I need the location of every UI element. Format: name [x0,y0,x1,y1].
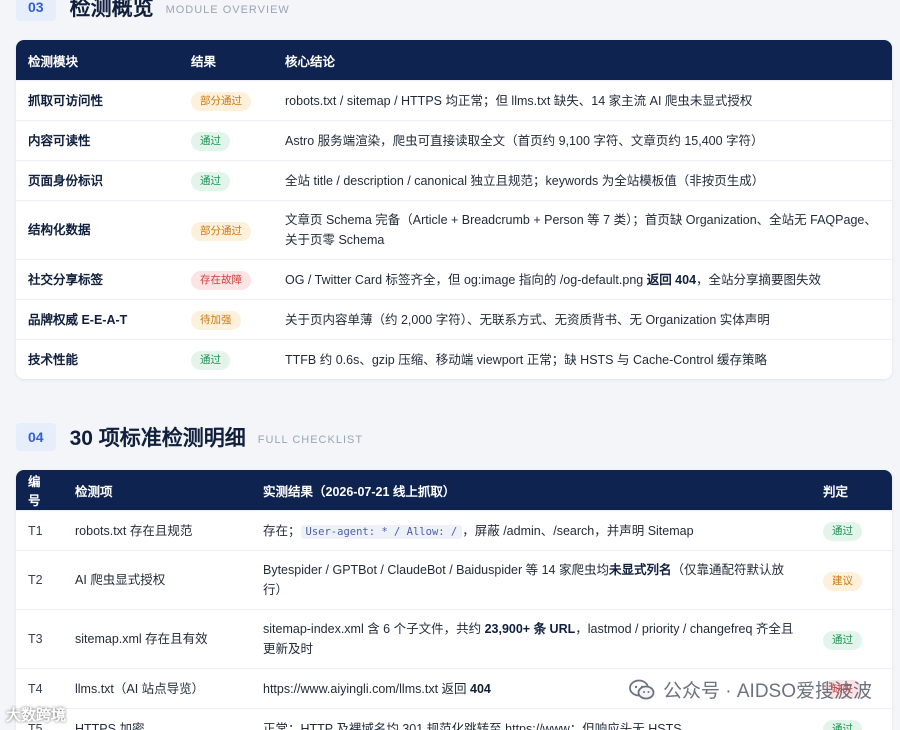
module-name: 品牌权威 E-E-A-T [16,299,179,340]
check-result: 正常：HTTP 及裸域名均 301 规范化跳转至 https://www；但响应… [251,708,811,730]
check-item: AI 爬虫显式授权 [63,550,251,610]
section-03-header: 03 检测概览 MODULE OVERVIEW [16,0,290,22]
col-header-verdict: 判定 [811,470,892,511]
module-name: 页面身份标识 [16,160,179,201]
check-result: 存在； User-agent: * / Allow: / ，屏蔽 /admin、/s… [251,510,811,551]
corner-logo: 大数跨境 [6,704,66,725]
section-subtitle: MODULE OVERVIEW [165,4,290,16]
conclusion-text: robots.txt / sitemap / HTTPS 均正常；但 llms.… [273,80,892,121]
table-row: 抓取可访问性 部分通过 robots.txt / sitemap / HTTPS… [16,80,892,121]
check-result: sitemap-index.xml 含 6 个子文件，共约 23,900+ 条 … [251,609,811,669]
section-04-header: 04 30 项标准检测明细 FULL CHECKLIST [16,422,363,452]
status-badge: 待加强 [191,311,241,330]
check-item: HTTPS 加密 [63,708,251,730]
section-title: 检测概览 [69,0,154,20]
verdict-badge: 通过 [823,522,862,541]
corner-logo-text: 大数跨境 [6,707,67,724]
table-row: 内容可读性 通过 Astro 服务端渲染，爬虫可直接读取全文（首页约 9,100… [16,120,892,161]
code-snippet: User-agent: * / Allow: / [300,524,463,539]
check-result-post: ，屏蔽 /admin、/search，并声明 Sitemap [462,523,694,538]
section-number: 04 [16,423,56,451]
wechat-icon [629,679,655,701]
conclusion-text-bold: 返回 404 [646,272,697,287]
table-row: T1 robots.txt 存在且规范 存在； User-agent: * / A… [16,510,892,551]
check-item: llms.txt（AI 站点导览） [63,668,251,709]
table-row: 社交分享标签 存在故障 OG / Twitter Card 标签齐全，但 og:… [16,259,892,300]
table-row: T5 HTTPS 加密 正常：HTTP 及裸域名均 301 规范化跳转至 htt… [16,708,892,730]
conclusion-text: Astro 服务端渲染，爬虫可直接读取全文（首页约 9,100 字符、文章页约 … [273,120,892,161]
check-result-pre: sitemap-index.xml 含 6 个子文件，共约 [263,622,485,636]
conclusion-text-post: ，全站分享摘要图失效 [696,272,822,287]
status-badge: 通过 [191,132,230,151]
check-result: Bytespider / GPTBot / ClaudeBot / Baidus… [251,550,811,610]
verdict-badge: 通过 [823,720,862,730]
table-row: 结构化数据 部分通过 文章页 Schema 完备（Article + Bread… [16,200,892,260]
conclusion-text: 全站 title / description / canonical 独立且规范… [273,160,892,201]
check-id: T2 [16,550,63,610]
overview-table-card: 检测模块 结果 核心结论 抓取可访问性 部分通过 robots.txt / si… [16,40,892,379]
module-name: 抓取可访问性 [16,80,179,121]
col-header-result: 结果 [179,40,273,81]
verdict-badge: 通过 [823,630,862,650]
check-result-pre: 存在； [263,523,301,538]
module-name: 社交分享标签 [16,259,179,300]
watermark-text: 公众号 · AIDSO爱搜波波 [662,681,872,702]
col-header-module: 检测模块 [16,40,179,81]
check-id: T1 [16,510,63,551]
check-item: sitemap.xml 存在且有效 [63,609,251,669]
table-row: T3 sitemap.xml 存在且有效 sitemap-index.xml 含… [16,609,892,669]
section-number: 03 [16,0,56,21]
module-name: 内容可读性 [16,120,179,161]
conclusion-text: TTFB 约 0.6s、gzip 压缩、移动端 viewport 正常；缺 HS… [273,339,892,379]
col-header-id: 编号 [16,470,63,511]
table-row: 页面身份标识 通过 全站 title / description / canon… [16,160,892,201]
col-header-result: 实测结果（2026-07-21 线上抓取） [251,470,811,511]
check-result-bold: 404 [470,681,491,696]
module-name: 技术性能 [16,339,179,379]
status-badge: 存在故障 [191,271,251,290]
status-badge: 部分通过 [191,92,251,111]
check-result-pre: https://www.aiyingli.com/llms.txt 返回 [263,681,470,696]
check-id: T4 [16,668,63,709]
check-result-bold: 未显式列名 [608,563,672,577]
col-header-item: 检测项 [63,470,251,511]
status-badge: 部分通过 [191,221,251,241]
table-header-row: 编号 检测项 实测结果（2026-07-21 线上抓取） 判定 [16,470,892,511]
check-id: T3 [16,609,63,669]
section-title: 30 项标准检测明细 [69,427,246,450]
conclusion-text: OG / Twitter Card 标签齐全，但 og:image 指向的 /o… [273,259,892,300]
wechat-watermark: 公众号 · AIDSO爱搜波波 [629,676,872,703]
section-subtitle: FULL CHECKLIST [257,434,364,446]
conclusion-text: 关于页内容单薄（约 2,000 字符）、无联系方式、无资质背书、无 Organi… [273,299,892,340]
status-badge: 通过 [191,172,230,191]
module-name: 结构化数据 [16,200,179,260]
conclusion-text: 文章页 Schema 完备（Article + Breadcrumb + Per… [273,200,892,260]
check-result-pre: Bytespider / GPTBot / ClaudeBot / Baidus… [263,563,609,577]
col-header-conclusion: 核心结论 [273,40,892,81]
table-row: 品牌权威 E-E-A-T 待加强 关于页内容单薄（约 2,000 字符）、无联系… [16,299,892,340]
table-header-row: 检测模块 结果 核心结论 [16,40,892,81]
table-row: T2 AI 爬虫显式授权 Bytespider / GPTBot / Claud… [16,550,892,610]
check-result-bold: 23,900+ 条 URL [484,622,576,636]
overview-table: 检测模块 结果 核心结论 抓取可访问性 部分通过 robots.txt / si… [16,40,892,379]
page: 03 检测概览 MODULE OVERVIEW 检测模块 结果 核心结论 抓取可… [0,0,900,730]
check-item: robots.txt 存在且规范 [63,510,251,551]
verdict-badge: 建议 [823,571,862,591]
status-badge: 通过 [191,351,230,370]
table-row: 技术性能 通过 TTFB 约 0.6s、gzip 压缩、移动端 viewport… [16,339,892,379]
conclusion-text-pre: OG / Twitter Card 标签齐全，但 og:image 指向的 /o… [285,272,647,287]
